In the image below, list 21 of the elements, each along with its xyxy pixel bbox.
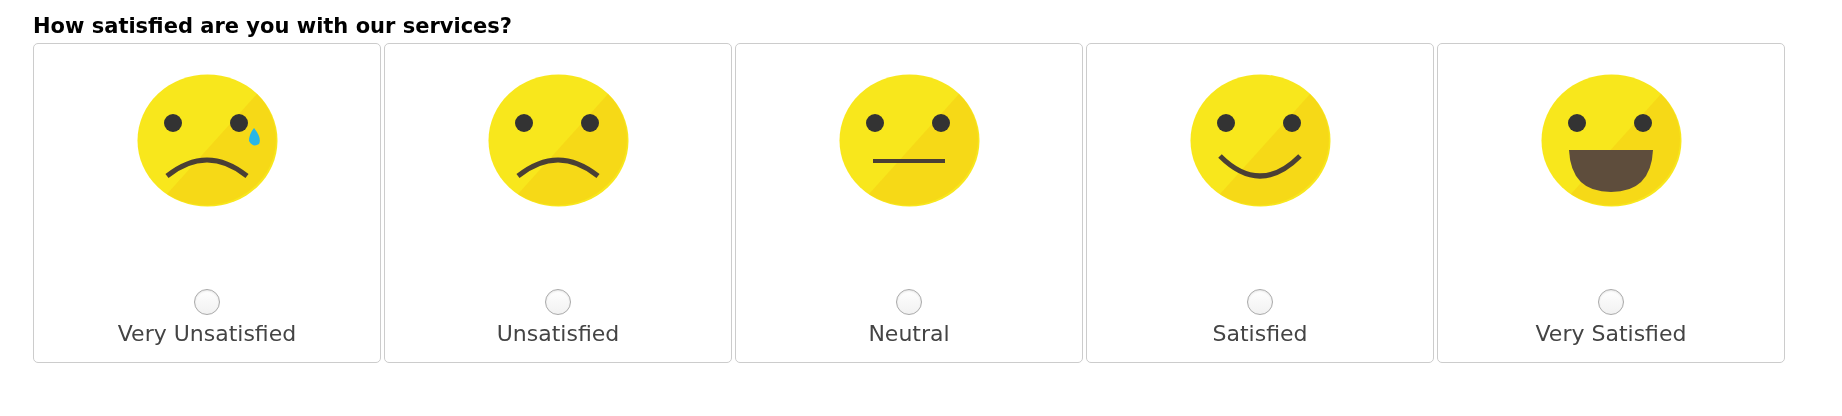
option-label: Satisfied	[1212, 321, 1308, 346]
option-label: Unsatisfied	[496, 321, 620, 346]
emoji-face-icon	[136, 74, 278, 207]
emoji-face-icon	[1540, 74, 1682, 207]
option-card[interactable]: Neutral	[735, 43, 1083, 363]
radio-button[interactable]	[1247, 289, 1273, 315]
emoji-face-icon	[1189, 74, 1331, 207]
option-label: Very Unsatisfied	[117, 321, 297, 346]
radio-button[interactable]	[1598, 289, 1624, 315]
option-card[interactable]: Unsatisfied	[384, 43, 732, 363]
option-card[interactable]: Very Unsatisfied	[33, 43, 381, 363]
emoji-face-icon	[838, 74, 980, 207]
radio-button[interactable]	[194, 289, 220, 315]
radio-button[interactable]	[896, 289, 922, 315]
question-title: How satisfied are you with our services?	[33, 14, 514, 38]
option-card[interactable]: Very Satisfied	[1437, 43, 1785, 363]
radio-button[interactable]	[545, 289, 571, 315]
option-label: Neutral	[868, 321, 950, 346]
option-label: Very Satisfied	[1535, 321, 1687, 346]
option-card[interactable]: Satisfied	[1086, 43, 1434, 363]
emoji-face-icon	[487, 74, 629, 207]
